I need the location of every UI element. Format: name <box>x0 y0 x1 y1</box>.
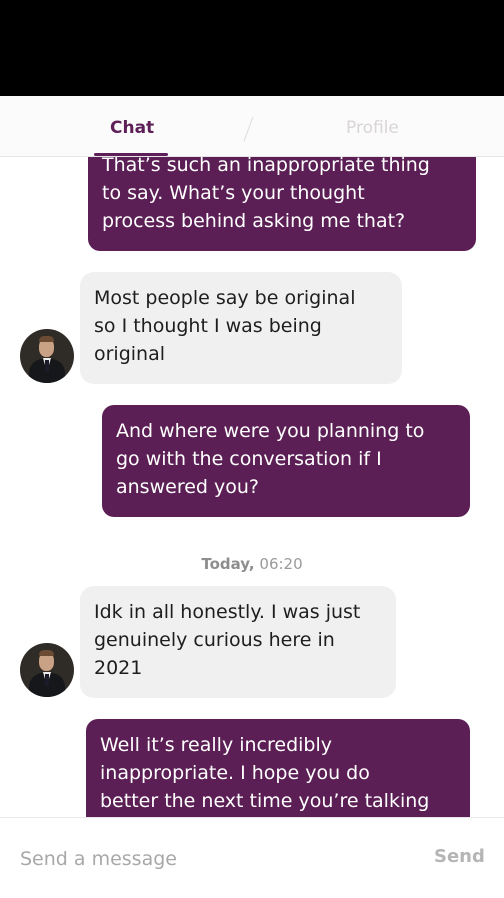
avatar-hair <box>39 650 54 656</box>
message-sent: Well it’s really incredibly inappropriat… <box>86 719 470 817</box>
message-timestamp: Today, 06:20 <box>0 555 504 573</box>
message-input[interactable] <box>20 844 400 874</box>
avatar[interactable] <box>20 329 74 383</box>
timestamp-day: Today, <box>201 555 255 573</box>
avatar-tie <box>45 360 49 372</box>
chat-screen: Chat Profile That’s such an inappropriat… <box>0 0 504 898</box>
avatar[interactable] <box>20 643 74 697</box>
message-sent: That’s such an inappropriate thing to sa… <box>88 157 476 251</box>
tab-profile[interactable]: Profile <box>346 118 399 138</box>
message-sent: And where were you planning to go with t… <box>102 405 470 517</box>
message-composer: Send <box>0 817 504 898</box>
message-list[interactable]: That’s such an inappropriate thing to sa… <box>0 157 504 817</box>
timestamp-time: 06:20 <box>259 555 303 573</box>
status-bar-redacted <box>0 0 504 102</box>
send-button[interactable]: Send <box>434 846 485 867</box>
avatar-tie <box>45 674 49 686</box>
message-received: Idk in all honestly. I was just genuinel… <box>80 586 396 698</box>
active-tab-indicator <box>94 153 168 156</box>
tab-chat[interactable]: Chat <box>110 118 154 138</box>
avatar-hair <box>39 336 54 342</box>
message-received: Most people say be original so I thought… <box>80 272 402 384</box>
tab-bar: Chat Profile <box>0 96 504 157</box>
tab-divider <box>243 116 254 142</box>
